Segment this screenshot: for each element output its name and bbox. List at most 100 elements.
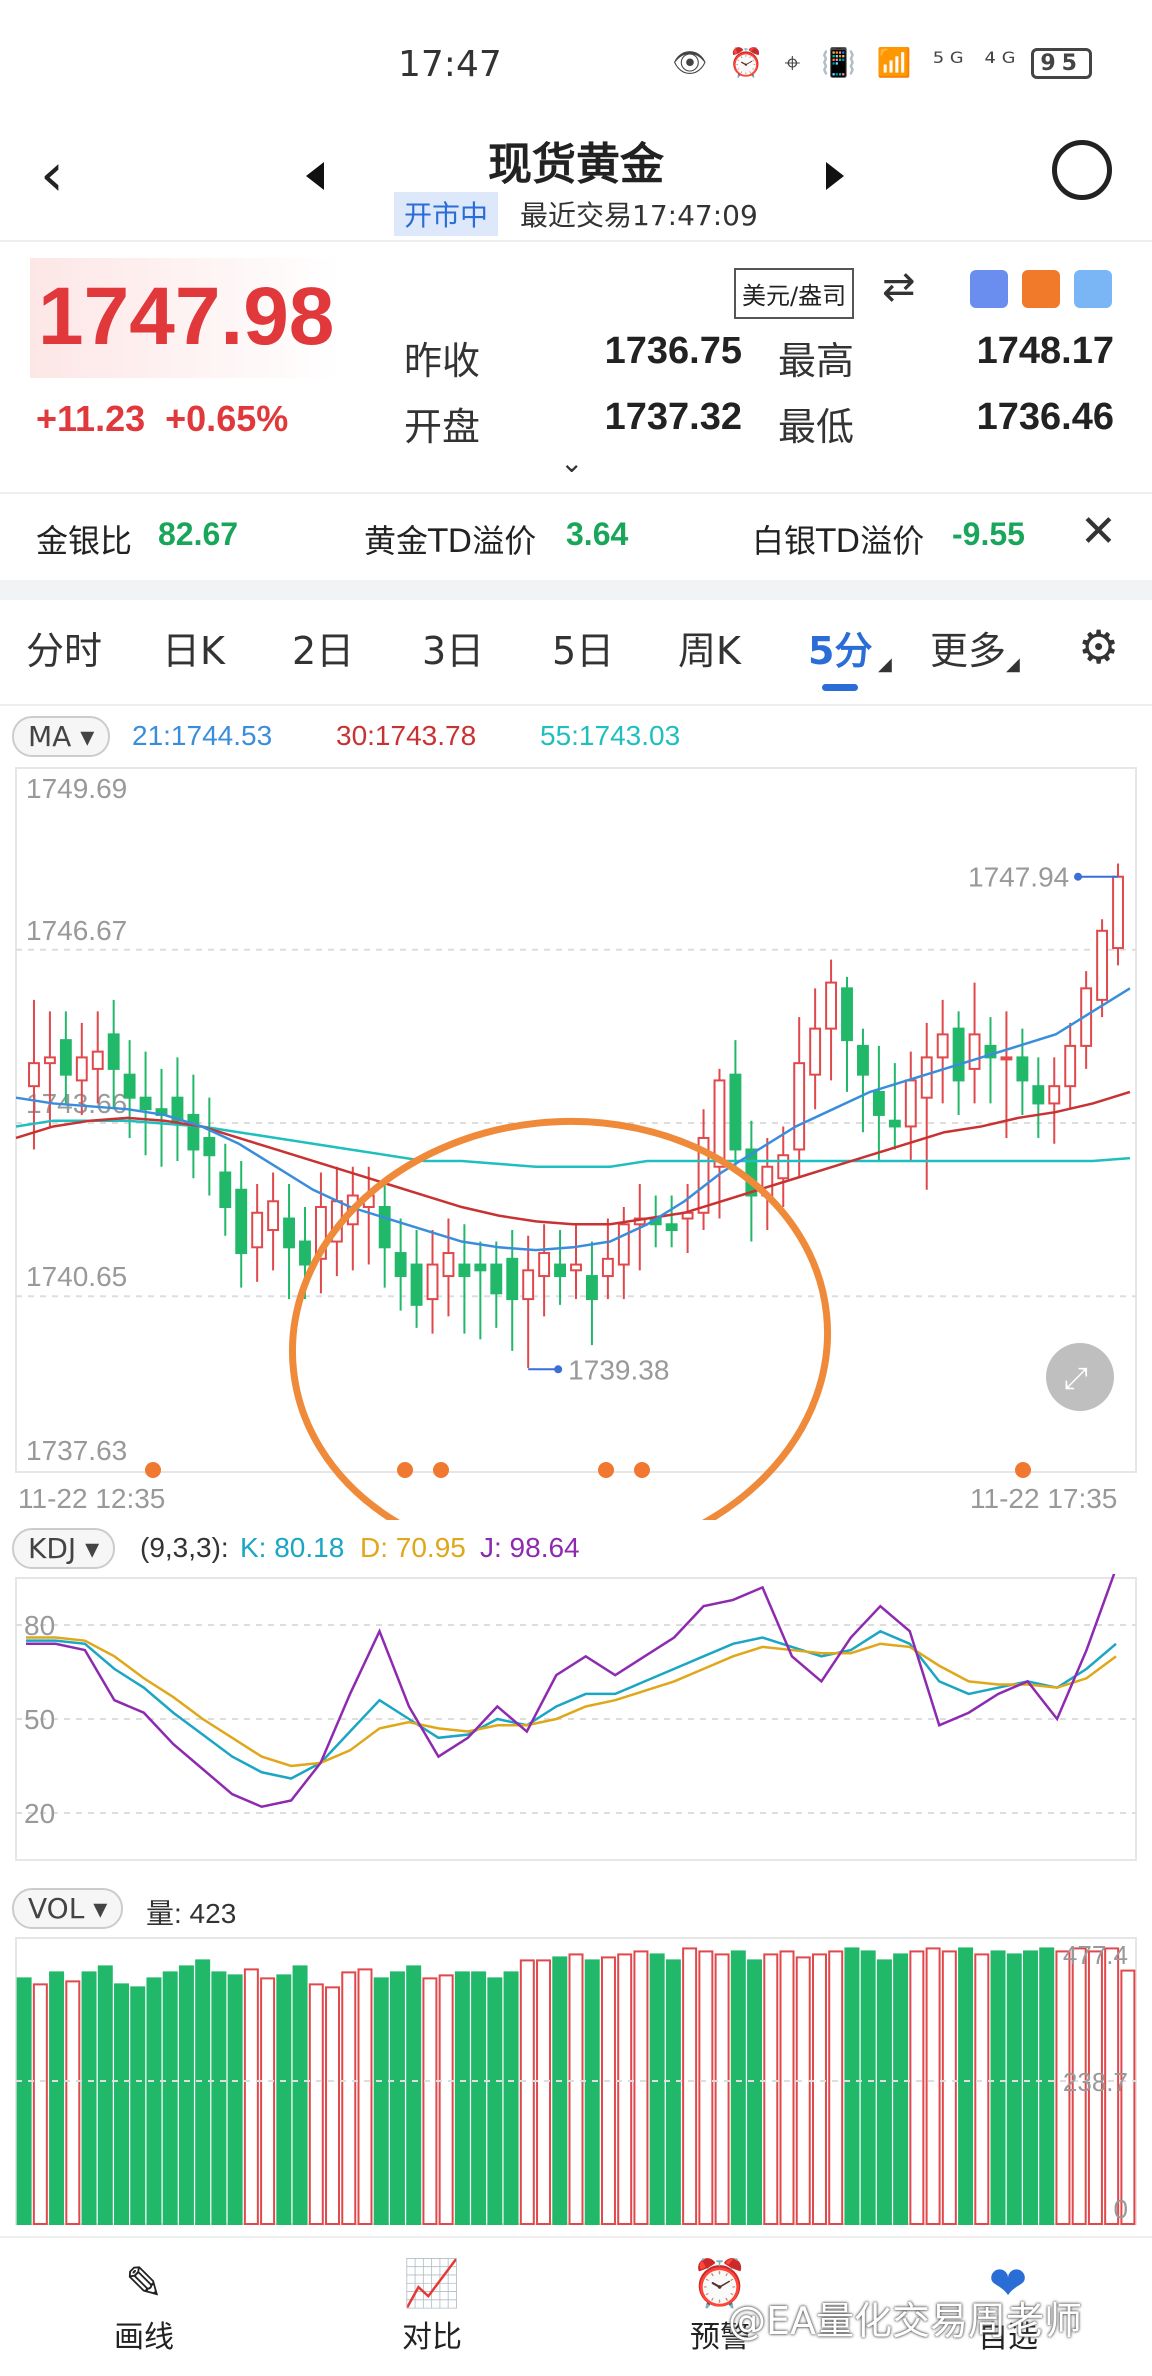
vol-selector[interactable]: VOL ▾ <box>12 1888 124 1929</box>
ma55-line <box>15 1119 1131 1168</box>
volume-bar <box>584 1959 600 2226</box>
tab-weekly[interactable]: 周K <box>678 620 741 675</box>
vol-amount: 量: 423 <box>146 1898 237 1929</box>
tab-intraday[interactable]: 分时 <box>26 620 102 675</box>
volume-bar <box>389 1971 405 2225</box>
volume-bar <box>227 1974 243 2225</box>
signal-dot <box>145 1462 161 1478</box>
volume-bar <box>260 1977 276 2225</box>
volume-bar <box>65 1980 81 2225</box>
tabs-divider <box>0 704 1152 706</box>
tab-2day[interactable]: 2日 <box>292 620 354 675</box>
ratio-label-gold-silver: 金银比 <box>36 522 133 560</box>
volume-chart: 477.4 238.7 0 <box>15 1937 1137 2226</box>
candle-body <box>904 1079 917 1128</box>
last-price: 1747.98 <box>38 271 335 362</box>
min-price-dot <box>554 1365 563 1374</box>
candle-body <box>203 1136 216 1157</box>
nav-draw[interactable]: ✎ 画线 <box>74 2256 214 2356</box>
fullscreen-glyph: ⤢ <box>1064 1362 1088 1395</box>
volume-bar <box>747 1959 763 2226</box>
candle-body <box>1000 1056 1013 1061</box>
candle-body <box>665 1223 678 1232</box>
volume-bar <box>357 1968 373 2225</box>
status-icons: 👁 ⏰ ⌖ 📳 📶 ⁵ᴳ ⁴ᴳ 95 <box>672 46 1092 80</box>
nav-compare[interactable]: 📈 对比 <box>362 2256 502 2356</box>
vol-tick-label: 477.4 <box>1063 1940 1128 1970</box>
candle-body <box>1112 875 1124 950</box>
candle-body <box>139 1096 152 1111</box>
candlestick-chart[interactable]: 1749.69 1746.67 1743.66 1740.65 1737.63 1747.… <box>0 760 1152 1520</box>
ratio-value-gold-silver: 82.67 <box>158 516 239 552</box>
volume-bar <box>665 1959 681 2226</box>
percent-tool-icon[interactable] <box>970 270 1008 308</box>
candle-body <box>394 1252 407 1278</box>
volume-bar <box>795 1956 811 2226</box>
candle-body <box>490 1263 503 1295</box>
tab-more[interactable]: 更多 <box>930 620 1006 675</box>
ma55-value: 55:1743.03 <box>540 720 681 751</box>
page-title: 现货黄金 <box>488 139 664 190</box>
volume-bar <box>649 1953 665 2226</box>
status-time: 17:47 <box>398 44 502 85</box>
candle-body <box>857 1044 869 1076</box>
open-label: 开盘 <box>404 405 481 449</box>
candle-body <box>91 1050 104 1070</box>
candle-body <box>841 987 853 1042</box>
candle-body <box>251 1211 264 1249</box>
expand-chevron-icon[interactable]: ⌄ <box>560 446 583 479</box>
volume-bar <box>844 1947 860 2226</box>
lighthouse-tool-icon[interactable] <box>1022 270 1060 308</box>
candle-body <box>825 981 838 1030</box>
ratio-label-silver-td: 白银TD溢价 <box>752 522 925 560</box>
unit-selector[interactable]: 美元/盎司 <box>734 268 855 319</box>
pie-tool-icon[interactable] <box>1074 270 1112 308</box>
refresh-icon[interactable] <box>1052 140 1112 200</box>
volume-bar <box>763 1953 779 2226</box>
kdj-d-value: D: 70.95 <box>360 1532 466 1563</box>
pen-icon: ✎ <box>124 2256 164 2310</box>
candle-body <box>586 1275 598 1301</box>
volume-bar <box>600 1956 616 2226</box>
candle-body <box>920 1056 933 1099</box>
low-value: 1736.46 <box>976 396 1114 438</box>
candle-body <box>601 1257 614 1278</box>
volume-bar <box>178 1965 194 2226</box>
volume-bar <box>568 1953 584 2226</box>
volume-bar <box>81 1971 97 2225</box>
gear-icon[interactable]: ⚙ <box>1078 620 1119 674</box>
tab-3day[interactable]: 3日 <box>422 620 484 675</box>
volume-bar <box>909 1950 925 2226</box>
low-label: 最低 <box>778 405 855 449</box>
volume-bar <box>958 1947 974 2226</box>
last-price-dot <box>1074 872 1083 881</box>
ratio-value-gold-td: 3.64 <box>566 516 629 552</box>
y-tick-label: 1746.67 <box>26 915 127 946</box>
volume-bar <box>325 1986 341 2225</box>
candle-body <box>936 1033 949 1059</box>
candle-body <box>426 1263 439 1301</box>
volume-bar <box>162 1971 178 2225</box>
x-label-end: 11-22 17:35 <box>970 1483 1117 1514</box>
prev-instrument-icon[interactable] <box>306 162 324 190</box>
next-instrument-icon[interactable] <box>826 162 844 190</box>
swap-icon[interactable]: ⇄ <box>882 264 916 310</box>
volume-bar <box>633 1950 649 2226</box>
candle-body <box>538 1252 551 1278</box>
candle-body <box>952 1027 965 1082</box>
y-tick-label: 1740.65 <box>26 1261 127 1292</box>
tab-5min[interactable]: 5分 <box>808 620 872 675</box>
ma-selector[interactable]: MA ▾ <box>12 716 111 757</box>
tab-daily[interactable]: 日K <box>162 620 225 675</box>
kdj-selector[interactable]: KDJ ▾ <box>12 1528 116 1569</box>
tab-5day[interactable]: 5日 <box>552 620 614 675</box>
candle-body <box>506 1257 519 1301</box>
candle-body <box>888 1119 901 1128</box>
nav-divider <box>0 2236 1152 2238</box>
volume-bar <box>195 1959 211 2226</box>
last-trade-time: 最近交易17:47:09 <box>520 199 758 232</box>
market-state-badge: 开市中 <box>394 192 499 236</box>
close-icon[interactable]: ✕ <box>1080 506 1117 557</box>
candle-body <box>410 1263 423 1306</box>
volume-bar <box>406 1965 422 2226</box>
